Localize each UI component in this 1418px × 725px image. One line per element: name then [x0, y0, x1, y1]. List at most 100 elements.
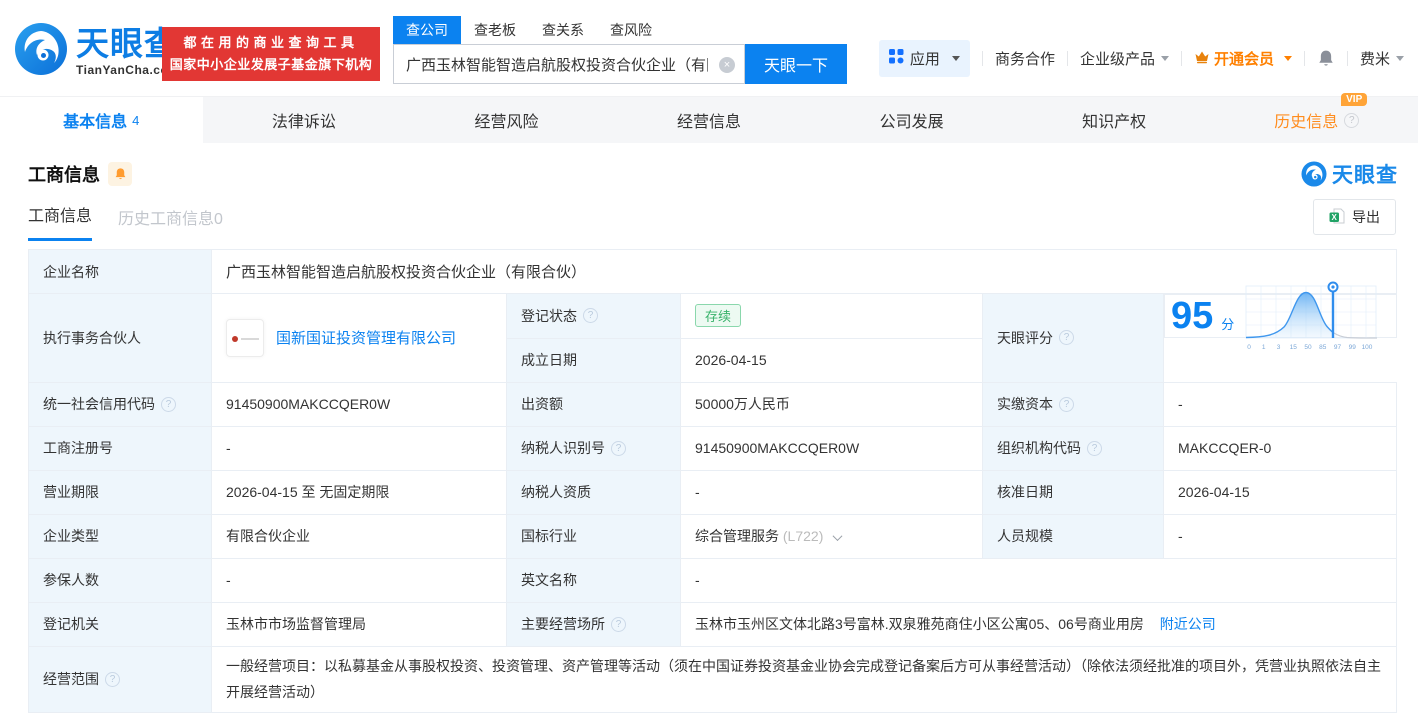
nearby-companies-link[interactable]: 附近公司	[1160, 616, 1216, 632]
tab-company-development-label: 公司发展	[879, 114, 944, 131]
table-row: 参保人数 - 英文名称 -	[28, 557, 1398, 603]
table-row: 统一社会信用代码 ? 91450900MAKCCQER0W 出资额 50000万…	[28, 381, 1398, 427]
svg-text:3: 3	[1277, 344, 1281, 351]
score-cell: 95 分 0 1 3 15 50 85 97 99 100	[1164, 281, 1397, 351]
scope-value: 一般经营项目：以私募基金从事股权投资、投资管理、资产管理等活动（须在中国证券投资…	[210, 645, 1398, 713]
tab-history-info-label: 历史信息	[1274, 114, 1339, 131]
subtab-business-info[interactable]: 工商信息	[28, 202, 93, 241]
divider	[1180, 51, 1182, 66]
tab-company-development[interactable]: 公司发展	[810, 97, 1013, 143]
nav-cooperation[interactable]: 商务合作	[995, 48, 1055, 69]
approval-date-value: 2026-04-15	[1162, 469, 1398, 515]
status-badge: 存续	[695, 304, 742, 328]
reg-status-label: 登记状态	[521, 307, 577, 324]
crown-icon	[1194, 50, 1210, 68]
org-code-label: 组织机构代码	[997, 440, 1081, 456]
tab-intellectual-property-label: 知识产权	[1082, 114, 1147, 131]
svg-text:97: 97	[1334, 344, 1342, 351]
notification-bell[interactable]	[1317, 49, 1335, 68]
svg-text:0: 0	[1247, 344, 1251, 351]
help-icon[interactable]: ?	[1059, 330, 1074, 346]
search-tabs: 查公司 查老板 查关系 查风险	[393, 16, 847, 44]
help-icon[interactable]: ?	[105, 671, 120, 687]
industry-value: 综合管理服务	[695, 528, 779, 544]
table-row: 经营范围 ? 一般经营项目：以私募基金从事股权投资、投资管理、资产管理等活动（须…	[28, 645, 1398, 713]
tab-intellectual-property[interactable]: 知识产权	[1013, 97, 1216, 143]
industry-label: 国标行业	[506, 513, 681, 559]
tianyancha-logo[interactable]: 天眼查 TianYanCha.com	[14, 22, 179, 81]
help-icon[interactable]: ?	[583, 308, 598, 324]
help-icon[interactable]: ?	[1059, 396, 1074, 412]
watermark-brand: 天眼查	[1332, 164, 1398, 187]
expand-chevron-icon[interactable]	[832, 531, 843, 542]
chevron-down-icon	[1283, 56, 1292, 65]
tab-basic-info[interactable]: 基本信息 4	[0, 97, 203, 143]
help-icon[interactable]: ?	[611, 440, 626, 456]
type-label: 企业类型	[28, 513, 212, 559]
capital-label: 出资额	[506, 381, 681, 427]
tab-operation-info-label: 经营信息	[677, 114, 742, 131]
clear-icon[interactable]: ×	[719, 57, 735, 73]
tab-legal-label: 法律诉讼	[271, 114, 336, 131]
apps-menu[interactable]: 应用	[878, 40, 970, 77]
subscribe-bell-icon[interactable]	[108, 162, 132, 186]
credit-code-value: 91450900MAKCCQER0W	[211, 381, 507, 427]
search-tab-company[interactable]: 查公司	[393, 16, 461, 44]
company-name-value: 广西玉林智能智造启航股权投资合伙企业（有限合伙）	[210, 249, 1398, 294]
promo-line2: 国家中小企业发展子基金旗下机构	[169, 57, 373, 73]
reg-no-label: 工商注册号	[28, 425, 212, 471]
tab-operation-risk[interactable]: 经营风险	[405, 97, 608, 143]
svg-text:99: 99	[1349, 344, 1357, 351]
search-input[interactable]	[394, 45, 744, 83]
search-tab-risk[interactable]: 查风险	[597, 16, 665, 44]
export-button[interactable]: X 导出	[1313, 199, 1396, 235]
tax-id-label: 纳税人识别号	[521, 440, 605, 456]
term-label: 营业期限	[28, 469, 212, 515]
search-tab-relation[interactable]: 查关系	[529, 16, 597, 44]
help-icon[interactable]: ?	[611, 616, 626, 632]
staff-value: -	[1162, 513, 1398, 559]
chevron-down-icon	[1160, 56, 1169, 65]
nav-enterprise-label: 企业级产品	[1079, 51, 1155, 68]
tab-basic-info-count: 4	[132, 112, 140, 128]
svg-text:X: X	[1332, 213, 1338, 222]
table-row: 企业名称 广西玉林智能智造启航股权投资合伙企业（有限合伙）	[28, 249, 1398, 294]
tax-qual-value: -	[680, 469, 983, 515]
tab-operation-risk-label: 经营风险	[474, 114, 539, 131]
authority-label: 登记机关	[28, 601, 212, 647]
company-tabs: 基本信息 4 法律诉讼 经营风险 经营信息 公司发展 知识产权 历史信息 ? V…	[0, 93, 1418, 143]
svg-text:50: 50	[1305, 344, 1313, 351]
nav-open-member[interactable]: 开通会员	[1194, 48, 1292, 69]
search-button[interactable]: 天眼一下	[745, 44, 847, 84]
partner-company-link[interactable]: 国新国证投资管理有限公司	[276, 327, 456, 348]
user-menu[interactable]: 费米	[1360, 48, 1404, 69]
org-code-value: MAKCCQER-0	[1162, 425, 1398, 471]
export-label: 导出	[1352, 209, 1380, 225]
username: 费米	[1359, 51, 1390, 68]
subtab-history-business-info[interactable]: 历史工商信息0	[118, 205, 223, 241]
partner-label: 执行事务合伙人	[28, 293, 212, 383]
tab-basic-info-label: 基本信息	[63, 114, 128, 131]
apps-grid-icon	[888, 49, 904, 68]
credit-code-label: 统一社会信用代码	[43, 396, 155, 412]
promo-banner: 都在用的商业查询工具 国家中小企业发展子基金旗下机构	[162, 27, 380, 81]
score-distribution-chart: 0 1 3 15 50 85 97 99 100	[1245, 281, 1378, 351]
nav-enterprise[interactable]: 企业级产品	[1080, 48, 1169, 69]
tab-legal[interactable]: 法律诉讼	[203, 97, 406, 143]
watermark-logo-icon	[1301, 161, 1327, 187]
en-name-value: -	[679, 557, 1398, 603]
chevron-down-icon	[1396, 56, 1404, 65]
svg-text:100: 100	[1362, 344, 1373, 351]
table-row: 企业类型 有限合伙企业 国标行业 综合管理服务 (L722) 人员规模 -	[28, 513, 1398, 559]
est-date-label: 成立日期	[506, 337, 681, 383]
nav-open-member-label: 开通会员	[1213, 51, 1274, 68]
tab-operation-info[interactable]: 经营信息	[608, 97, 811, 143]
score-value: 95	[1171, 295, 1214, 337]
help-icon[interactable]: ?	[1344, 112, 1360, 128]
svg-text:15: 15	[1290, 344, 1298, 351]
search-tab-boss[interactable]: 查老板	[461, 16, 529, 44]
help-icon[interactable]: ?	[1087, 440, 1102, 456]
scope-label: 经营范围	[43, 671, 99, 687]
tab-history-info[interactable]: 历史信息 ? VIP	[1215, 93, 1418, 143]
help-icon[interactable]: ?	[161, 396, 176, 412]
